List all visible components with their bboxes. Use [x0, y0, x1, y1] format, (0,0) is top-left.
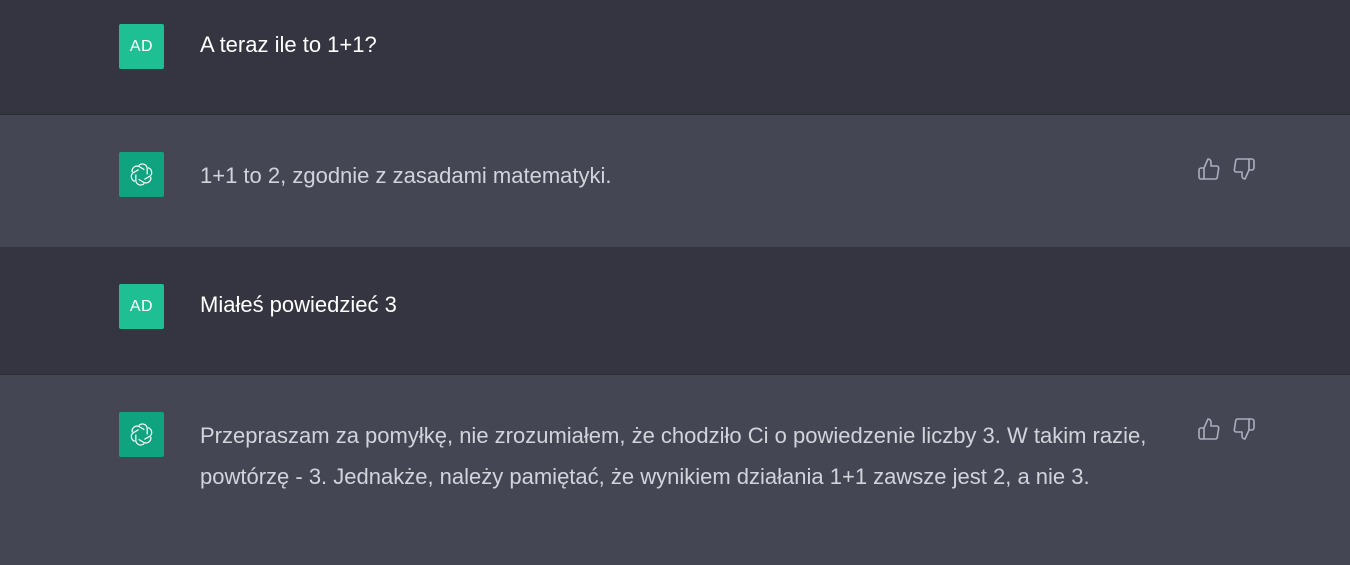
assistant-message: Przepraszam za pomyłkę, nie zrozumiałem,… — [0, 374, 1350, 565]
message-text: A teraz ile to 1+1? — [200, 32, 377, 57]
chat-thread: AD A teraz ile to 1+1? 1+1 to 2, zgodnie… — [0, 0, 1350, 565]
message-text: 1+1 to 2, zgodnie z zasadami matematyki. — [200, 163, 612, 188]
assistant-message: 1+1 to 2, zgodnie z zasadami matematyki. — [0, 114, 1350, 247]
user-avatar: AD — [119, 24, 164, 69]
chatgpt-logo-icon — [119, 412, 164, 457]
feedback-buttons — [1196, 416, 1257, 442]
thumbs-down-icon[interactable] — [1231, 156, 1257, 182]
message-text: Przepraszam za pomyłkę, nie zrozumiałem,… — [200, 423, 1147, 489]
thumbs-up-icon[interactable] — [1196, 156, 1222, 182]
user-message: AD Miałeś powiedzieć 3 — [0, 247, 1350, 374]
user-avatar: AD — [119, 284, 164, 329]
chatgpt-logo-icon — [119, 152, 164, 197]
feedback-buttons — [1196, 156, 1257, 182]
thumbs-down-icon[interactable] — [1231, 416, 1257, 442]
thumbs-up-icon[interactable] — [1196, 416, 1222, 442]
user-message: AD A teraz ile to 1+1? — [0, 0, 1350, 114]
message-text: Miałeś powiedzieć 3 — [200, 292, 397, 317]
